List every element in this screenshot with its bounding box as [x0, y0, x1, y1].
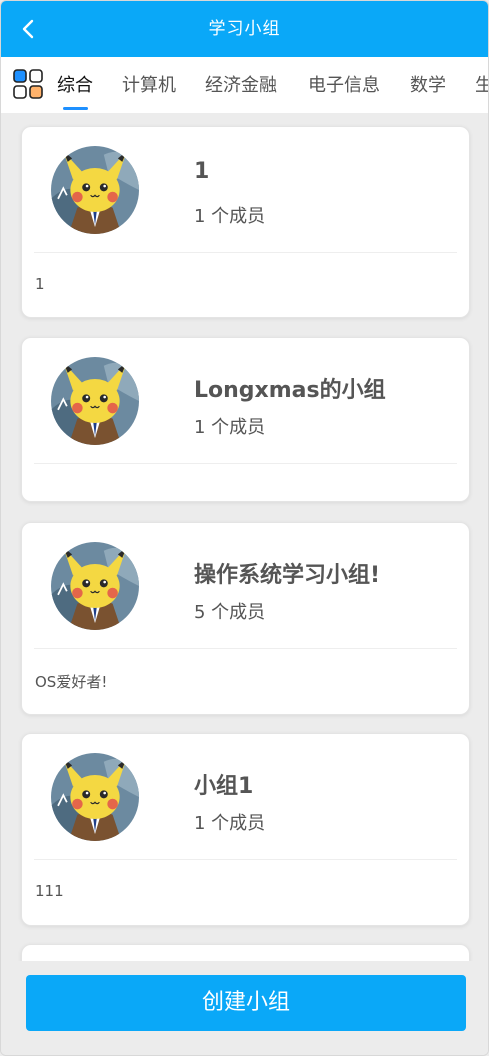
group-card[interactable]: 小组1 1 个成员 111: [21, 733, 470, 926]
group-card-partial[interactable]: [21, 944, 470, 961]
member-count: 1 个成员: [194, 417, 266, 438]
footer-bar: 创建小组: [1, 961, 488, 1055]
tab-biology[interactable]: 生: [475, 57, 488, 113]
group-avatar: [51, 146, 139, 234]
group-name: Longxmas的小组: [194, 378, 386, 403]
group-description: OS爱好者!: [35, 673, 108, 691]
group-name: 操作系统学习小组!: [194, 563, 381, 588]
group-card[interactable]: 操作系统学习小组! 5 个成员 OS爱好者!: [21, 522, 470, 715]
active-tab-indicator: [63, 107, 88, 110]
page-title: 学习小组: [208, 19, 281, 39]
tab-math[interactable]: 数学: [410, 57, 446, 113]
category-grid-icon[interactable]: [13, 69, 43, 99]
group-avatar: [51, 753, 139, 841]
group-card[interactable]: 1 1 个成员 1: [21, 126, 470, 318]
tab-computer[interactable]: 计算机: [122, 57, 176, 113]
group-description: 1: [35, 275, 45, 293]
create-group-button[interactable]: 创建小组: [26, 975, 466, 1031]
group-avatar: [51, 542, 139, 630]
card-divider: [34, 859, 457, 860]
category-tabs: 综合 计算机 经济金融 电子信息 数学 生: [1, 57, 488, 113]
group-description: 111: [35, 882, 64, 900]
member-count: 5 个成员: [194, 602, 266, 623]
group-name: 小组1: [194, 774, 254, 799]
tab-electronics[interactable]: 电子信息: [308, 57, 380, 113]
group-list[interactable]: 1 1 个成员 1 Longxmas的小组 1 个成员 操作系统学习小组! 5 …: [1, 113, 488, 961]
group-card[interactable]: Longxmas的小组 1 个成员: [21, 337, 470, 502]
group-name: 1: [194, 159, 210, 184]
app-frame: 学习小组 综合 计算机 经济金融 电子信息 数学 生 1 1 个成员 1: [0, 0, 489, 1056]
card-divider: [34, 463, 457, 464]
tab-general[interactable]: 综合: [57, 57, 93, 113]
member-count: 1 个成员: [194, 813, 266, 834]
header-bar: 学习小组: [1, 1, 488, 57]
group-avatar: [51, 357, 139, 445]
member-count: 1 个成员: [194, 206, 266, 227]
tab-economics-finance[interactable]: 经济金融: [205, 57, 277, 113]
card-divider: [34, 648, 457, 649]
card-divider: [34, 252, 457, 253]
